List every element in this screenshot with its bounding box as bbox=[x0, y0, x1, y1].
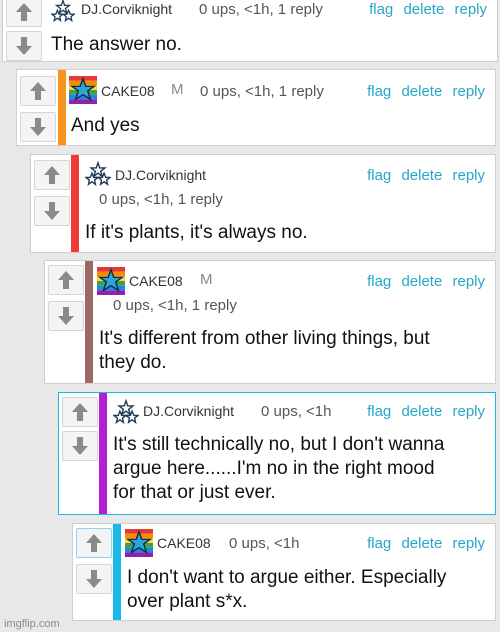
thread-bar bbox=[71, 155, 79, 252]
vote-column bbox=[73, 524, 117, 620]
flag-link[interactable]: flag bbox=[367, 167, 391, 184]
reply-link[interactable]: reply bbox=[452, 403, 485, 420]
arrow-down-icon bbox=[58, 307, 74, 325]
comment-actions: flag delete reply bbox=[361, 167, 485, 184]
vote-column bbox=[17, 70, 61, 145]
downvote-button[interactable] bbox=[62, 431, 98, 461]
avatar[interactable] bbox=[69, 76, 97, 104]
downvote-button[interactable] bbox=[76, 564, 112, 594]
comment-author[interactable]: CAKE08 bbox=[101, 83, 155, 99]
avatar[interactable] bbox=[125, 529, 153, 557]
arrow-up-icon bbox=[30, 82, 46, 100]
thread-bar bbox=[113, 524, 121, 620]
comment-meta: 0 ups, <1h, 1 reply bbox=[200, 83, 324, 100]
delete-link[interactable]: delete bbox=[401, 535, 442, 552]
arrow-up-icon bbox=[44, 166, 60, 184]
arrow-up-icon bbox=[58, 271, 74, 289]
comment: DJ.Corviknight 0 ups, <1h, 1 reply flag … bbox=[30, 154, 496, 253]
vote-column bbox=[31, 155, 75, 252]
comment-text: The answer no. bbox=[51, 34, 182, 55]
vote-column bbox=[45, 261, 89, 383]
delete-link[interactable]: delete bbox=[401, 403, 442, 420]
flag-link[interactable]: flag bbox=[367, 83, 391, 100]
delete-link[interactable]: delete bbox=[401, 273, 442, 290]
upvote-button[interactable] bbox=[48, 265, 84, 295]
reply-link[interactable]: reply bbox=[452, 535, 485, 552]
comment-author[interactable]: DJ.Corviknight bbox=[143, 403, 234, 419]
comment: DJ.Corviknight 0 ups, <1h, 1 reply flag … bbox=[2, 0, 498, 62]
thread-bar bbox=[99, 393, 107, 514]
comment: DJ.Corviknight 0 ups, <1h flag delete re… bbox=[58, 392, 496, 515]
reply-link[interactable]: reply bbox=[452, 167, 485, 184]
reply-link[interactable]: reply bbox=[454, 1, 487, 18]
comment-meta: 0 ups, <1h, 1 reply bbox=[99, 191, 223, 208]
comment-actions: flag delete reply bbox=[361, 273, 485, 290]
downvote-button[interactable] bbox=[34, 196, 70, 226]
comment-author[interactable]: CAKE08 bbox=[129, 273, 183, 289]
comment-meta: 0 ups, <1h, 1 reply bbox=[199, 1, 323, 18]
arrow-down-icon bbox=[86, 570, 102, 588]
comment-meta: 0 ups, <1h bbox=[261, 403, 332, 420]
mod-badge: M bbox=[171, 81, 184, 98]
arrow-up-icon bbox=[86, 534, 102, 552]
comment: CAKE08 0 ups, <1h flag delete reply I do… bbox=[72, 523, 496, 621]
upvote-button[interactable] bbox=[76, 528, 112, 558]
downvote-button[interactable] bbox=[48, 301, 84, 331]
arrow-down-icon bbox=[16, 37, 32, 55]
arrow-down-icon bbox=[44, 202, 60, 220]
delete-link[interactable]: delete bbox=[403, 1, 444, 18]
reply-link[interactable]: reply bbox=[452, 83, 485, 100]
comment-text: If it's plants, it's always no. bbox=[85, 222, 308, 243]
upvote-button[interactable] bbox=[20, 76, 56, 106]
comment-author[interactable]: CAKE08 bbox=[157, 535, 211, 551]
comment: CAKE08 M 0 ups, <1h, 1 reply flag delete… bbox=[44, 260, 496, 384]
reply-link[interactable]: reply bbox=[452, 273, 485, 290]
thread-bar bbox=[58, 70, 66, 145]
comment-actions: flag delete reply bbox=[361, 403, 485, 420]
delete-link[interactable]: delete bbox=[401, 83, 442, 100]
comment-actions: flag delete reply bbox=[361, 535, 485, 552]
avatar[interactable] bbox=[97, 267, 125, 295]
downvote-button[interactable] bbox=[6, 31, 42, 61]
avatar[interactable] bbox=[51, 0, 75, 23]
comment-actions: flag delete reply bbox=[361, 83, 485, 100]
thread-bar bbox=[85, 261, 93, 383]
comment-meta: 0 ups, <1h, 1 reply bbox=[113, 297, 237, 314]
upvote-button[interactable] bbox=[6, 0, 42, 27]
comment-text: It's different from other living things,… bbox=[99, 328, 430, 373]
mod-badge: M bbox=[200, 271, 213, 288]
comment-text: I don't want to argue either. Especially… bbox=[127, 567, 447, 612]
upvote-button[interactable] bbox=[62, 397, 98, 427]
flag-link[interactable]: flag bbox=[369, 1, 393, 18]
arrow-down-icon bbox=[30, 118, 46, 136]
vote-column bbox=[59, 393, 103, 514]
vote-column bbox=[3, 0, 47, 61]
flag-link[interactable]: flag bbox=[367, 535, 391, 552]
comment: CAKE08 M 0 ups, <1h, 1 reply flag delete… bbox=[16, 69, 496, 146]
delete-link[interactable]: delete bbox=[401, 167, 442, 184]
downvote-button[interactable] bbox=[20, 112, 56, 142]
watermark: imgflip.com bbox=[4, 618, 60, 630]
avatar[interactable] bbox=[85, 161, 111, 187]
comment-author[interactable]: DJ.Corviknight bbox=[81, 1, 172, 17]
avatar[interactable] bbox=[113, 399, 139, 425]
arrow-up-icon bbox=[72, 403, 88, 421]
comment-text: It's still technically no, but I don't w… bbox=[113, 434, 445, 503]
comment-actions: flag delete reply bbox=[363, 1, 487, 18]
arrow-up-icon bbox=[16, 3, 32, 21]
comment-meta: 0 ups, <1h bbox=[229, 535, 300, 552]
comment-text: And yes bbox=[71, 115, 140, 136]
arrow-down-icon bbox=[72, 437, 88, 455]
upvote-button[interactable] bbox=[34, 160, 70, 190]
flag-link[interactable]: flag bbox=[367, 273, 391, 290]
flag-link[interactable]: flag bbox=[367, 403, 391, 420]
comment-author[interactable]: DJ.Corviknight bbox=[115, 167, 206, 183]
